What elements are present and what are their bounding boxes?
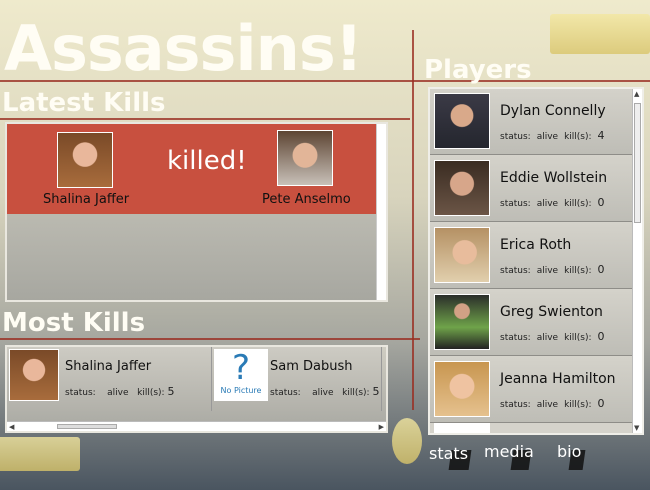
question-mark-icon: ? [231,348,251,388]
scroll-thumb[interactable] [57,424,117,429]
player-photo-placeholder [434,423,490,433]
kills-label: kill(s): [564,266,592,276]
decorative-tube [0,437,80,471]
player-meta: status: alive kill(s): 0 [500,196,611,209]
player-name: Dylan Connelly [500,103,606,119]
status-value: alive [536,400,559,410]
no-picture-text: No Picture [220,386,262,395]
player-name: Jeanna Hamilton [500,371,616,387]
decorative-stroke [0,338,420,340]
status-value: alive [536,132,559,142]
scroll-thumb[interactable] [634,103,641,223]
killer-photo[interactable] [57,132,113,188]
player-meta: status: alive kill(s): 4 [500,129,611,142]
player-row[interactable]: Erica Roth status: alive kill(s): 0 [430,223,633,289]
kills-label: kill(s): [564,132,592,142]
nav-stats-link[interactable]: stats [429,444,468,463]
decorative-tube [392,418,422,464]
status-label: status: [270,388,301,398]
most-kills-card[interactable]: ? No Picture Sam Dabush status: alive ki… [212,347,382,411]
player-photo [434,227,490,283]
latest-scrollbar[interactable] [376,124,386,300]
player-row[interactable]: Eddie Wollstein status: alive kill(s): 0 [430,156,633,222]
most-kills-card[interactable]: Shalina Jaffer status: alive kill(s): 5 [7,347,212,411]
kills-value: 5 [167,385,175,398]
kills-value: 0 [597,196,605,209]
victim-name[interactable]: Pete Anselmo [262,192,351,207]
status-value: alive [536,199,559,209]
kills-value: 0 [597,330,605,343]
killed-label: killed! [167,146,247,176]
player-photo [434,160,490,216]
most-kills-heading: Most Kills [2,308,146,338]
player-row[interactable]: Greg Swienton status: alive kill(s): 0 [430,290,633,356]
player-name: Sam Dabush [270,359,353,374]
player-meta: status: alive kill(s): 5 [65,385,174,398]
player-meta: status: alive kill(s): 0 [500,397,611,410]
status-label: status: [500,199,531,209]
app-title: Assassins! [4,12,363,85]
kills-value: 5 [372,385,380,398]
players-heading: Players [424,55,532,85]
killer-name[interactable]: Shalina Jaffer [43,192,129,207]
kills-label: kill(s): [564,199,592,209]
no-picture-placeholder: ? No Picture [214,349,268,401]
latest-kill-row[interactable]: killed! Shalina Jaffer Pete Anselmo [7,124,378,214]
player-photo [434,294,490,350]
kills-value: 0 [597,263,605,276]
player-photo [9,349,59,401]
kills-label: kill(s): [564,333,592,343]
player-name: Shalina Jaffer [65,359,152,374]
players-scrollbar[interactable]: ▲ ▼ [632,89,642,433]
player-name: Erica Roth [500,237,572,253]
status-label: status: [65,388,96,398]
player-name: Greg Swienton [500,304,603,320]
status-label: status: [500,132,531,142]
kills-label: kill(s): [137,388,165,398]
player-row[interactable]: Dylan Connelly status: alive kill(s): 4 [430,89,633,155]
most-kills-panel: Shalina Jaffer status: alive kill(s): 5 … [5,345,388,433]
scroll-up-icon[interactable]: ▲ [634,90,639,98]
latest-kills-panel: killed! Shalina Jaffer Pete Anselmo [5,122,388,302]
status-value: alive [312,388,334,398]
status-label: status: [500,266,531,276]
nav-bio-link[interactable]: bio [557,442,581,461]
player-meta: status: alive kill(s): 5 [270,385,379,398]
scroll-down-icon[interactable]: ▼ [634,424,639,432]
player-photo [434,93,490,149]
player-name: Eddie Wollstein [500,170,608,186]
decorative-stroke [0,118,410,120]
kills-value: 0 [597,397,605,410]
status-label: status: [500,333,531,343]
scroll-right-icon[interactable]: ▶ [379,423,384,431]
latest-kills-heading: Latest Kills [2,88,166,118]
status-value: alive [107,388,129,398]
player-row[interactable]: Jeanna Hamilton status: alive kill(s): 0 [430,357,633,423]
scroll-left-icon[interactable]: ◀ [9,423,14,431]
status-label: status: [500,400,531,410]
kills-label: kill(s): [342,388,370,398]
nav-media-link[interactable]: media [484,442,534,461]
decorative-tube [550,14,650,54]
player-meta: status: alive kill(s): 0 [500,330,611,343]
decorative-stroke [412,30,414,410]
victim-photo[interactable] [277,130,333,186]
status-value: alive [536,266,559,276]
kills-value: 4 [597,129,605,142]
player-photo [434,361,490,417]
most-kills-scrollbar[interactable]: ◀ ▶ [7,421,386,431]
kills-label: kill(s): [564,400,592,410]
players-list: Dylan Connelly status: alive kill(s): 4 Edd… [428,87,644,435]
status-value: alive [536,333,559,343]
player-meta: status: alive kill(s): 0 [500,263,611,276]
